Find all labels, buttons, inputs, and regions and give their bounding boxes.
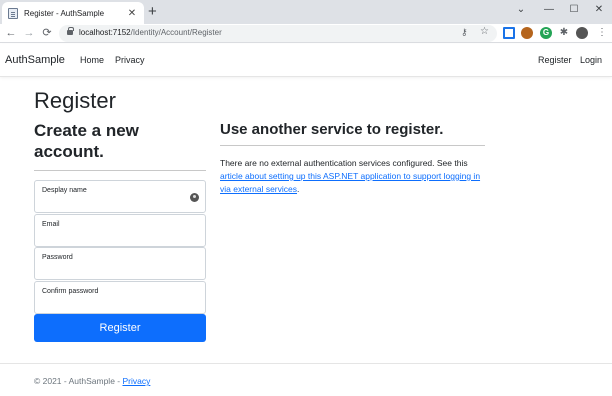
page-favicon-icon (8, 7, 18, 19)
url-text[interactable]: localhost:7152/Identity/Account/Register (79, 28, 222, 37)
email-field[interactable]: Email (34, 214, 206, 247)
nav-home-link[interactable]: Home (80, 55, 104, 65)
tab-close-icon[interactable]: ✕ (126, 8, 138, 19)
tab-search-icon[interactable]: ⌄ (510, 3, 532, 17)
footer-divider (0, 363, 612, 364)
browser-tabstrip: Register - AuthSample ✕ + ⌄ — ☐ ✕ (0, 0, 612, 24)
nav-privacy-link[interactable]: Privacy (115, 55, 145, 65)
lock-icon[interactable] (67, 27, 74, 35)
extension-grid-icon[interactable] (503, 27, 515, 39)
email-label: Email (42, 221, 60, 228)
nav-register-link[interactable]: Register (538, 55, 572, 65)
maximize-button[interactable]: ☐ (563, 3, 585, 17)
tab-title: Register - AuthSample (24, 8, 105, 18)
divider (34, 170, 206, 171)
browser-toolbar: ← → ⟳ localhost:7152/Identity/Account/Re… (0, 24, 612, 43)
email-input[interactable] (41, 231, 191, 243)
brand-link[interactable]: AuthSample (5, 54, 65, 66)
nav-login-link[interactable]: Login (580, 55, 602, 65)
page-title: Register (34, 88, 116, 113)
display-name-input[interactable] (41, 197, 191, 209)
extensions-puzzle-icon[interactable]: ✱ (558, 27, 570, 39)
external-text-before: There are no external authentication ser… (220, 158, 468, 168)
form-subtitle: Create a new account. (34, 121, 139, 161)
password-field[interactable]: Password (34, 247, 206, 280)
site-navbar: AuthSample Home Privacy Register Login (0, 44, 612, 77)
confirm-password-input[interactable] (41, 298, 191, 310)
password-input[interactable] (41, 264, 191, 276)
confirm-password-field[interactable]: Confirm password (34, 281, 206, 314)
address-bar[interactable]: localhost:7152/Identity/Account/Register… (59, 25, 497, 42)
extension-grammarly-icon[interactable]: G (540, 27, 552, 39)
confirm-password-label: Confirm password (42, 288, 99, 295)
url-path: /Identity/Account/Register (130, 28, 222, 37)
star-icon[interactable]: ☆ (480, 26, 489, 37)
external-services-article-link[interactable]: article about setting up this ASP.NET ap… (220, 171, 480, 194)
reload-button[interactable]: ⟳ (39, 25, 55, 41)
browser-menu-icon[interactable]: ⋮ (596, 27, 608, 39)
minimize-button[interactable]: — (538, 3, 560, 17)
divider (220, 145, 485, 146)
display-name-field[interactable]: Desplay name (34, 180, 206, 213)
footer-privacy-link[interactable]: Privacy (122, 376, 150, 386)
external-services-title: Use another service to register. (220, 121, 444, 138)
display-name-label: Desplay name (42, 187, 87, 194)
new-tab-button[interactable]: + (148, 4, 157, 20)
key-icon[interactable]: ⚷ (461, 27, 468, 38)
external-services-text: There are no external authentication ser… (220, 157, 488, 196)
profile-avatar[interactable] (576, 27, 588, 39)
footer-copyright: © 2021 - AuthSample - (34, 376, 123, 386)
footer: © 2021 - AuthSample - Privacy (34, 376, 150, 386)
close-window-button[interactable]: ✕ (588, 3, 610, 17)
browser-tab[interactable]: Register - AuthSample ✕ (2, 2, 144, 24)
external-text-after: . (297, 184, 300, 194)
register-button[interactable]: Register (34, 314, 206, 342)
password-label: Password (42, 254, 73, 261)
forward-button[interactable]: → (21, 25, 37, 41)
back-button[interactable]: ← (3, 25, 19, 41)
url-host: localhost:7152 (79, 28, 131, 37)
password-manager-icon[interactable] (190, 193, 199, 202)
extension-cookie-icon[interactable] (521, 27, 533, 39)
